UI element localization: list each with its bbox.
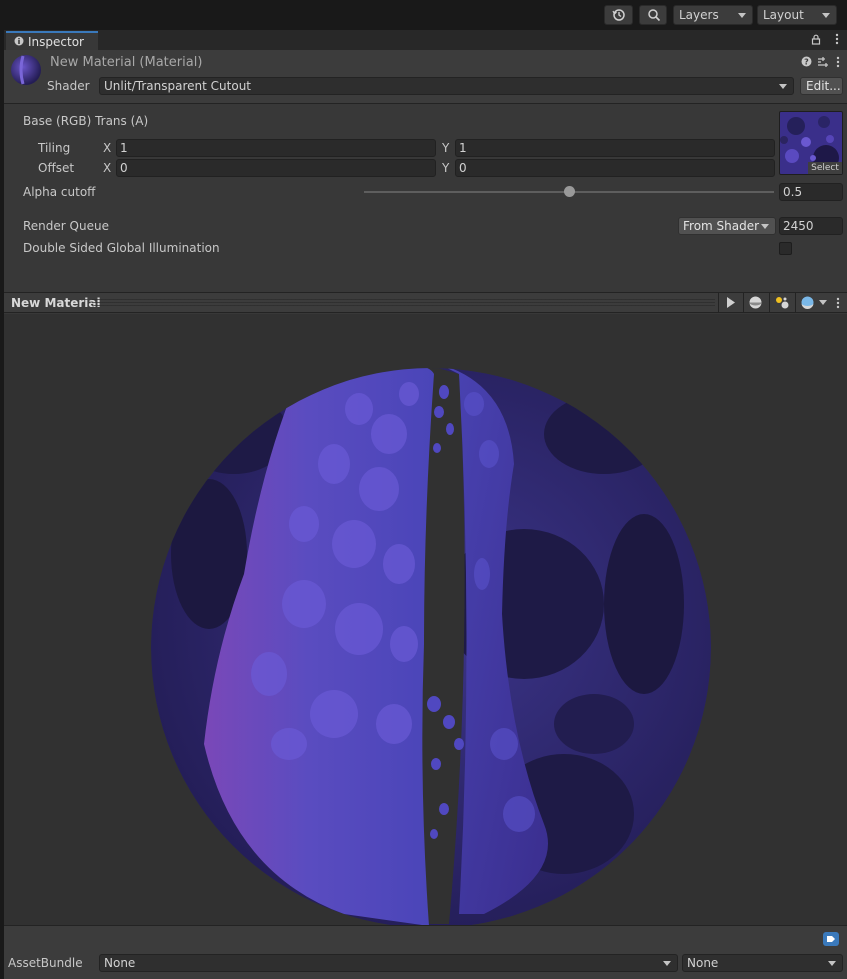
shader-value: Unlit/Transparent Cutout — [104, 79, 252, 93]
asset-bundle-variant-value: None — [687, 956, 719, 970]
layout-label: Layout — [763, 8, 804, 22]
tab-label: Inspector — [28, 35, 84, 49]
tiling-y-value: 1 — [459, 141, 467, 155]
sky-sphere-icon — [801, 296, 814, 309]
offset-y-field[interactable]: 0 — [455, 159, 775, 177]
chevron-down-icon — [761, 224, 769, 229]
asset-bundle-name-value: None — [104, 956, 136, 970]
sphere-icon — [749, 296, 762, 309]
render-queue-dropdown[interactable]: From Shader — [678, 217, 776, 235]
top-toolbar: Layers Layout — [0, 0, 847, 30]
texture-property-label: Base (RGB) Trans (A) — [23, 114, 149, 128]
chevron-down-icon — [663, 961, 671, 966]
layout-dropdown[interactable]: Layout — [757, 5, 837, 25]
history-icon — [612, 9, 625, 21]
offset-label: Offset — [38, 161, 75, 175]
offset-x-field[interactable]: 0 — [116, 159, 436, 177]
svg-text:?: ? — [804, 58, 809, 67]
material-header: New Material (Material) ? Shader Unlit/T… — [4, 50, 847, 103]
asset-bundle-label: AssetBundle — [8, 956, 83, 970]
search-button[interactable] — [639, 5, 667, 25]
render-queue-label: Render Queue — [23, 219, 109, 233]
tiling-x-value: 1 — [120, 141, 128, 155]
chevron-down-icon — [738, 13, 746, 18]
alpha-cutoff-label: Alpha cutoff — [23, 185, 96, 199]
alpha-cutoff-field[interactable]: 0.5 — [779, 183, 843, 201]
preset-settings-icon[interactable] — [817, 56, 829, 68]
offset-y-label: Y — [442, 161, 450, 175]
tiling-label: Tiling — [38, 141, 71, 155]
chevron-down-icon — [819, 300, 827, 305]
history-button[interactable] — [604, 5, 633, 25]
divider — [4, 103, 847, 104]
preview-title: New Material — [11, 296, 101, 310]
preview-lighting-button[interactable] — [769, 292, 793, 313]
chevron-down-icon — [828, 961, 836, 966]
material-sphere-icon — [11, 55, 41, 85]
offset-x-label: X — [103, 161, 112, 175]
alpha-cutoff-slider-thumb[interactable] — [563, 186, 575, 197]
layers-label: Layers — [679, 8, 719, 22]
render-queue-field[interactable]: 2450 — [779, 217, 843, 235]
search-icon — [648, 9, 661, 22]
help-icon[interactable]: ? — [801, 56, 812, 67]
material-preview-area[interactable] — [4, 314, 847, 925]
info-icon — [14, 36, 24, 46]
chevron-down-icon — [779, 84, 787, 89]
preview-background-button[interactable] — [795, 292, 831, 313]
layers-dropdown[interactable]: Layers — [673, 5, 753, 25]
tiling-x-field[interactable]: 1 — [116, 139, 436, 157]
kebab-menu-icon[interactable] — [835, 33, 839, 45]
offset-y-value: 0 — [459, 161, 467, 175]
tiling-x-label: X — [103, 141, 112, 155]
asset-bundle-name-dropdown[interactable]: None — [99, 954, 678, 972]
edit-label: Edit... — [806, 79, 841, 93]
inspector-window: Inspector New Material (Material) ? Shad… — [4, 30, 847, 979]
material-title: New Material (Material) — [50, 55, 203, 70]
tiling-y-field[interactable]: 1 — [455, 139, 775, 157]
double-sided-gi-checkbox[interactable] — [779, 242, 792, 255]
lighting-icon — [776, 297, 789, 309]
play-preview-button[interactable] — [718, 292, 742, 313]
drag-handle[interactable] — [92, 299, 715, 306]
lock-icon[interactable] — [811, 34, 821, 45]
shader-dropdown[interactable]: Unlit/Transparent Cutout — [99, 77, 794, 95]
preview-shape-button[interactable] — [743, 292, 767, 313]
texture-slot[interactable]: Select — [779, 111, 843, 175]
shader-label: Shader — [47, 79, 90, 93]
play-icon — [727, 297, 735, 308]
render-queue-mode: From Shader — [683, 219, 760, 233]
texture-select-button[interactable]: Select — [808, 162, 842, 174]
edit-shader-button[interactable]: Edit... — [800, 77, 843, 95]
double-sided-gi-label: Double Sided Global Illumination — [23, 241, 220, 255]
chevron-down-icon — [822, 13, 830, 18]
material-preview-sphere — [151, 368, 711, 925]
kebab-menu-icon[interactable] — [836, 56, 840, 68]
tab-inspector[interactable]: Inspector — [6, 31, 98, 50]
asset-bundle-bar: AssetBundle None None — [4, 925, 847, 979]
offset-x-value: 0 — [120, 161, 128, 175]
kebab-menu-icon[interactable] — [836, 297, 840, 309]
tab-bar: Inspector — [4, 30, 847, 50]
asset-bundle-variant-dropdown[interactable]: None — [682, 954, 843, 972]
alpha-cutoff-value: 0.5 — [783, 185, 803, 199]
tag-icon — [823, 932, 839, 946]
tiling-y-label: Y — [442, 141, 450, 155]
select-label: Select — [811, 163, 839, 173]
render-queue-value: 2450 — [783, 219, 814, 233]
